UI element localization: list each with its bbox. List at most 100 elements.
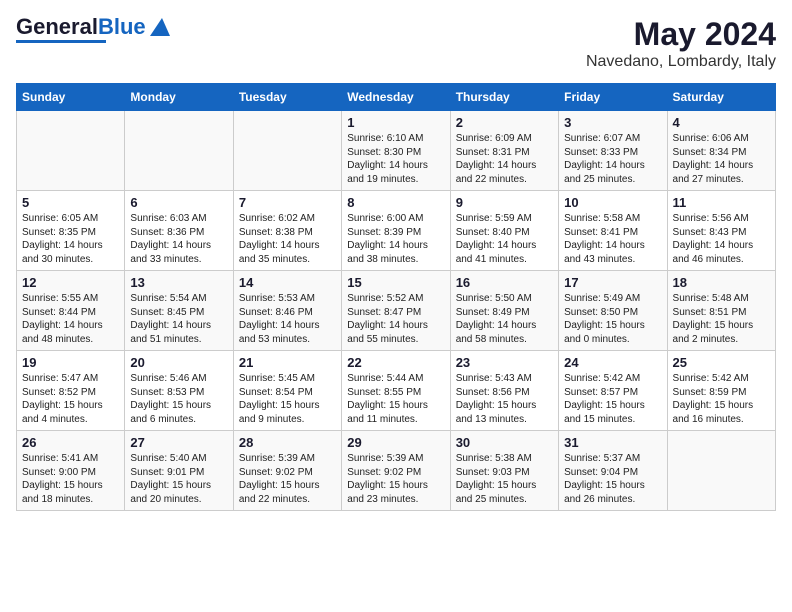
header-saturday: Saturday (667, 84, 775, 111)
day-content: Sunrise: 5:47 AM Sunset: 8:52 PM Dayligh… (22, 372, 119, 426)
day-number: 8 (347, 195, 444, 210)
day-number: 21 (239, 355, 336, 370)
day-content: Sunrise: 6:02 AM Sunset: 8:38 PM Dayligh… (239, 212, 336, 266)
day-number: 9 (456, 195, 553, 210)
calendar-cell: 9 Sunrise: 5:59 AM Sunset: 8:40 PM Daylig… (450, 191, 558, 271)
day-content: Sunrise: 5:39 AM Sunset: 9:02 PM Dayligh… (239, 452, 336, 506)
day-content: Sunrise: 6:07 AM Sunset: 8:33 PM Dayligh… (564, 132, 661, 186)
calendar-week-3: 12 Sunrise: 5:55 AM Sunset: 8:44 PM Dayli… (17, 271, 776, 351)
day-content: Sunrise: 5:50 AM Sunset: 8:49 PM Dayligh… (456, 292, 553, 346)
day-content: Sunrise: 5:59 AM Sunset: 8:40 PM Dayligh… (456, 212, 553, 266)
day-content: Sunrise: 6:06 AM Sunset: 8:34 PM Dayligh… (673, 132, 770, 186)
calendar-cell: 28 Sunrise: 5:39 AM Sunset: 9:02 PM Dayli… (233, 431, 341, 511)
page-subtitle: Navedano, Lombardy, Italy (586, 53, 776, 71)
day-number: 15 (347, 275, 444, 290)
calendar-cell: 12 Sunrise: 5:55 AM Sunset: 8:44 PM Dayli… (17, 271, 125, 351)
day-number: 28 (239, 435, 336, 450)
calendar-cell: 24Sunrise: 5:42 AM Sunset: 8:57 PM Dayli… (559, 351, 667, 431)
calendar-body: 1Sunrise: 6:10 AM Sunset: 8:30 PM Daylig… (17, 111, 776, 511)
day-number: 13 (130, 275, 227, 290)
calendar-week-4: 19Sunrise: 5:47 AM Sunset: 8:52 PM Dayli… (17, 351, 776, 431)
calendar-cell: 26Sunrise: 5:41 AM Sunset: 9:00 PM Dayli… (17, 431, 125, 511)
calendar-header: Sunday Monday Tuesday Wednesday Thursday… (17, 84, 776, 111)
calendar-cell: 11 Sunrise: 5:56 AM Sunset: 8:43 PM Dayli… (667, 191, 775, 271)
day-content: Sunrise: 5:48 AM Sunset: 8:51 PM Dayligh… (673, 292, 770, 346)
day-number: 10 (564, 195, 661, 210)
day-content: Sunrise: 5:40 AM Sunset: 9:01 PM Dayligh… (130, 452, 227, 506)
day-content: Sunrise: 5:56 AM Sunset: 8:43 PM Dayligh… (673, 212, 770, 266)
day-number: 22 (347, 355, 444, 370)
day-number: 3 (564, 115, 661, 130)
page-title: May 2024 (586, 16, 776, 53)
day-number: 14 (239, 275, 336, 290)
calendar-cell (667, 431, 775, 511)
calendar-cell (17, 111, 125, 191)
calendar-cell: 8 Sunrise: 6:00 AM Sunset: 8:39 PM Daylig… (342, 191, 450, 271)
day-content: Sunrise: 5:46 AM Sunset: 8:53 PM Dayligh… (130, 372, 227, 426)
day-content: Sunrise: 5:54 AM Sunset: 8:45 PM Dayligh… (130, 292, 227, 346)
day-number: 5 (22, 195, 119, 210)
day-content: Sunrise: 6:03 AM Sunset: 8:36 PM Dayligh… (130, 212, 227, 266)
calendar-cell: 19Sunrise: 5:47 AM Sunset: 8:52 PM Dayli… (17, 351, 125, 431)
day-number: 11 (673, 195, 770, 210)
calendar-cell: 10 Sunrise: 5:58 AM Sunset: 8:41 PM Dayli… (559, 191, 667, 271)
day-number: 30 (456, 435, 553, 450)
calendar-week-5: 26Sunrise: 5:41 AM Sunset: 9:00 PM Dayli… (17, 431, 776, 511)
header-monday: Monday (125, 84, 233, 111)
day-content: Sunrise: 6:05 AM Sunset: 8:35 PM Dayligh… (22, 212, 119, 266)
calendar-cell: 30 Sunrise: 5:38 AM Sunset: 9:03 PM Dayli… (450, 431, 558, 511)
day-number: 20 (130, 355, 227, 370)
day-number: 6 (130, 195, 227, 210)
day-number: 27 (130, 435, 227, 450)
calendar-cell: 5 Sunrise: 6:05 AM Sunset: 8:35 PM Daylig… (17, 191, 125, 271)
day-content: Sunrise: 5:38 AM Sunset: 9:03 PM Dayligh… (456, 452, 553, 506)
calendar-cell (233, 111, 341, 191)
day-number: 16 (456, 275, 553, 290)
page-header: GeneralBlue May 2024 Navedano, Lombardy,… (16, 16, 776, 71)
day-content: Sunrise: 5:39 AM Sunset: 9:02 PM Dayligh… (347, 452, 444, 506)
day-number: 26 (22, 435, 119, 450)
day-content: Sunrise: 5:45 AM Sunset: 8:54 PM Dayligh… (239, 372, 336, 426)
day-content: Sunrise: 5:55 AM Sunset: 8:44 PM Dayligh… (22, 292, 119, 346)
day-number: 17 (564, 275, 661, 290)
day-number: 12 (22, 275, 119, 290)
day-number: 4 (673, 115, 770, 130)
day-content: Sunrise: 5:43 AM Sunset: 8:56 PM Dayligh… (456, 372, 553, 426)
calendar-cell: 4 Sunrise: 6:06 AM Sunset: 8:34 PM Daylig… (667, 111, 775, 191)
calendar-cell: 17Sunrise: 5:49 AM Sunset: 8:50 PM Dayli… (559, 271, 667, 351)
day-content: Sunrise: 5:44 AM Sunset: 8:55 PM Dayligh… (347, 372, 444, 426)
calendar-cell: 2Sunrise: 6:09 AM Sunset: 8:31 PM Daylig… (450, 111, 558, 191)
calendar-cell: 21 Sunrise: 5:45 AM Sunset: 8:54 PM Dayli… (233, 351, 341, 431)
day-number: 31 (564, 435, 661, 450)
day-number: 2 (456, 115, 553, 130)
day-number: 29 (347, 435, 444, 450)
day-number: 18 (673, 275, 770, 290)
day-content: Sunrise: 5:37 AM Sunset: 9:04 PM Dayligh… (564, 452, 661, 506)
header-friday: Friday (559, 84, 667, 111)
calendar-table: Sunday Monday Tuesday Wednesday Thursday… (16, 83, 776, 511)
calendar-cell: 25Sunrise: 5:42 AM Sunset: 8:59 PM Dayli… (667, 351, 775, 431)
header-thursday: Thursday (450, 84, 558, 111)
logo: GeneralBlue (16, 16, 170, 43)
calendar-cell: 6 Sunrise: 6:03 AM Sunset: 8:36 PM Daylig… (125, 191, 233, 271)
calendar-cell: 31 Sunrise: 5:37 AM Sunset: 9:04 PM Dayli… (559, 431, 667, 511)
day-content: Sunrise: 5:42 AM Sunset: 8:57 PM Dayligh… (564, 372, 661, 426)
calendar-week-2: 5 Sunrise: 6:05 AM Sunset: 8:35 PM Daylig… (17, 191, 776, 271)
header-wednesday: Wednesday (342, 84, 450, 111)
day-number: 7 (239, 195, 336, 210)
calendar-week-1: 1Sunrise: 6:10 AM Sunset: 8:30 PM Daylig… (17, 111, 776, 191)
calendar-cell: 7 Sunrise: 6:02 AM Sunset: 8:38 PM Daylig… (233, 191, 341, 271)
calendar-cell: 13 Sunrise: 5:54 AM Sunset: 8:45 PM Dayli… (125, 271, 233, 351)
header-tuesday: Tuesday (233, 84, 341, 111)
logo-general: GeneralBlue (16, 16, 146, 38)
day-content: Sunrise: 6:00 AM Sunset: 8:39 PM Dayligh… (347, 212, 444, 266)
calendar-cell: 16 Sunrise: 5:50 AM Sunset: 8:49 PM Dayli… (450, 271, 558, 351)
day-content: Sunrise: 5:58 AM Sunset: 8:41 PM Dayligh… (564, 212, 661, 266)
calendar-cell: 27 Sunrise: 5:40 AM Sunset: 9:01 PM Dayli… (125, 431, 233, 511)
logo-icon (148, 16, 170, 38)
day-number: 25 (673, 355, 770, 370)
calendar-cell: 23Sunrise: 5:43 AM Sunset: 8:56 PM Dayli… (450, 351, 558, 431)
calendar-cell: 3 Sunrise: 6:07 AM Sunset: 8:33 PM Daylig… (559, 111, 667, 191)
calendar-cell: 1Sunrise: 6:10 AM Sunset: 8:30 PM Daylig… (342, 111, 450, 191)
calendar-cell: 22 Sunrise: 5:44 AM Sunset: 8:55 PM Dayli… (342, 351, 450, 431)
